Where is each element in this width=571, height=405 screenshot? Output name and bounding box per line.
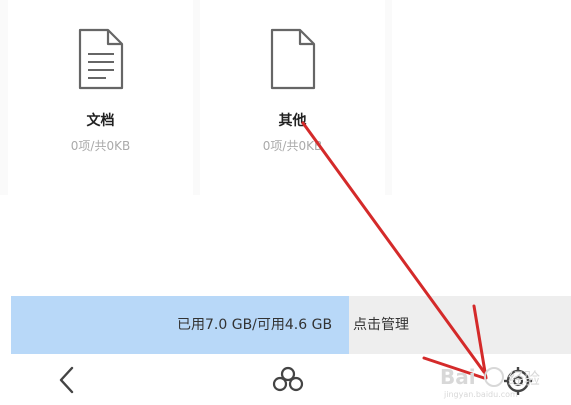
category-label: 其他	[278, 113, 307, 129]
category-documents[interactable]: 文档 0项/共0KB	[8, 0, 193, 195]
blank-file-icon	[270, 28, 315, 90]
share-icon[interactable]	[268, 362, 308, 398]
category-label: 文档	[86, 113, 115, 129]
manage-storage-link[interactable]: 点击管理	[353, 296, 409, 354]
category-other[interactable]: 其他 0项/共0KB	[200, 0, 385, 195]
category-summary: 0项/共0KB	[262, 139, 323, 153]
storage-used-text: 已用7.0 GB/可用4.6 GB	[177, 317, 333, 333]
empty-cell	[392, 0, 571, 195]
settings-icon[interactable]	[498, 362, 538, 398]
storage-bar[interactable]: 已用7.0 GB/可用4.6 GB 点击管理	[11, 296, 571, 354]
category-grid: 文档 0项/共0KB 其他 0项/共0KB	[0, 0, 571, 195]
back-arrow-icon[interactable]	[48, 362, 88, 398]
category-summary: 0项/共0KB	[70, 139, 131, 153]
bottom-navigation	[0, 354, 571, 405]
document-icon	[78, 28, 123, 90]
